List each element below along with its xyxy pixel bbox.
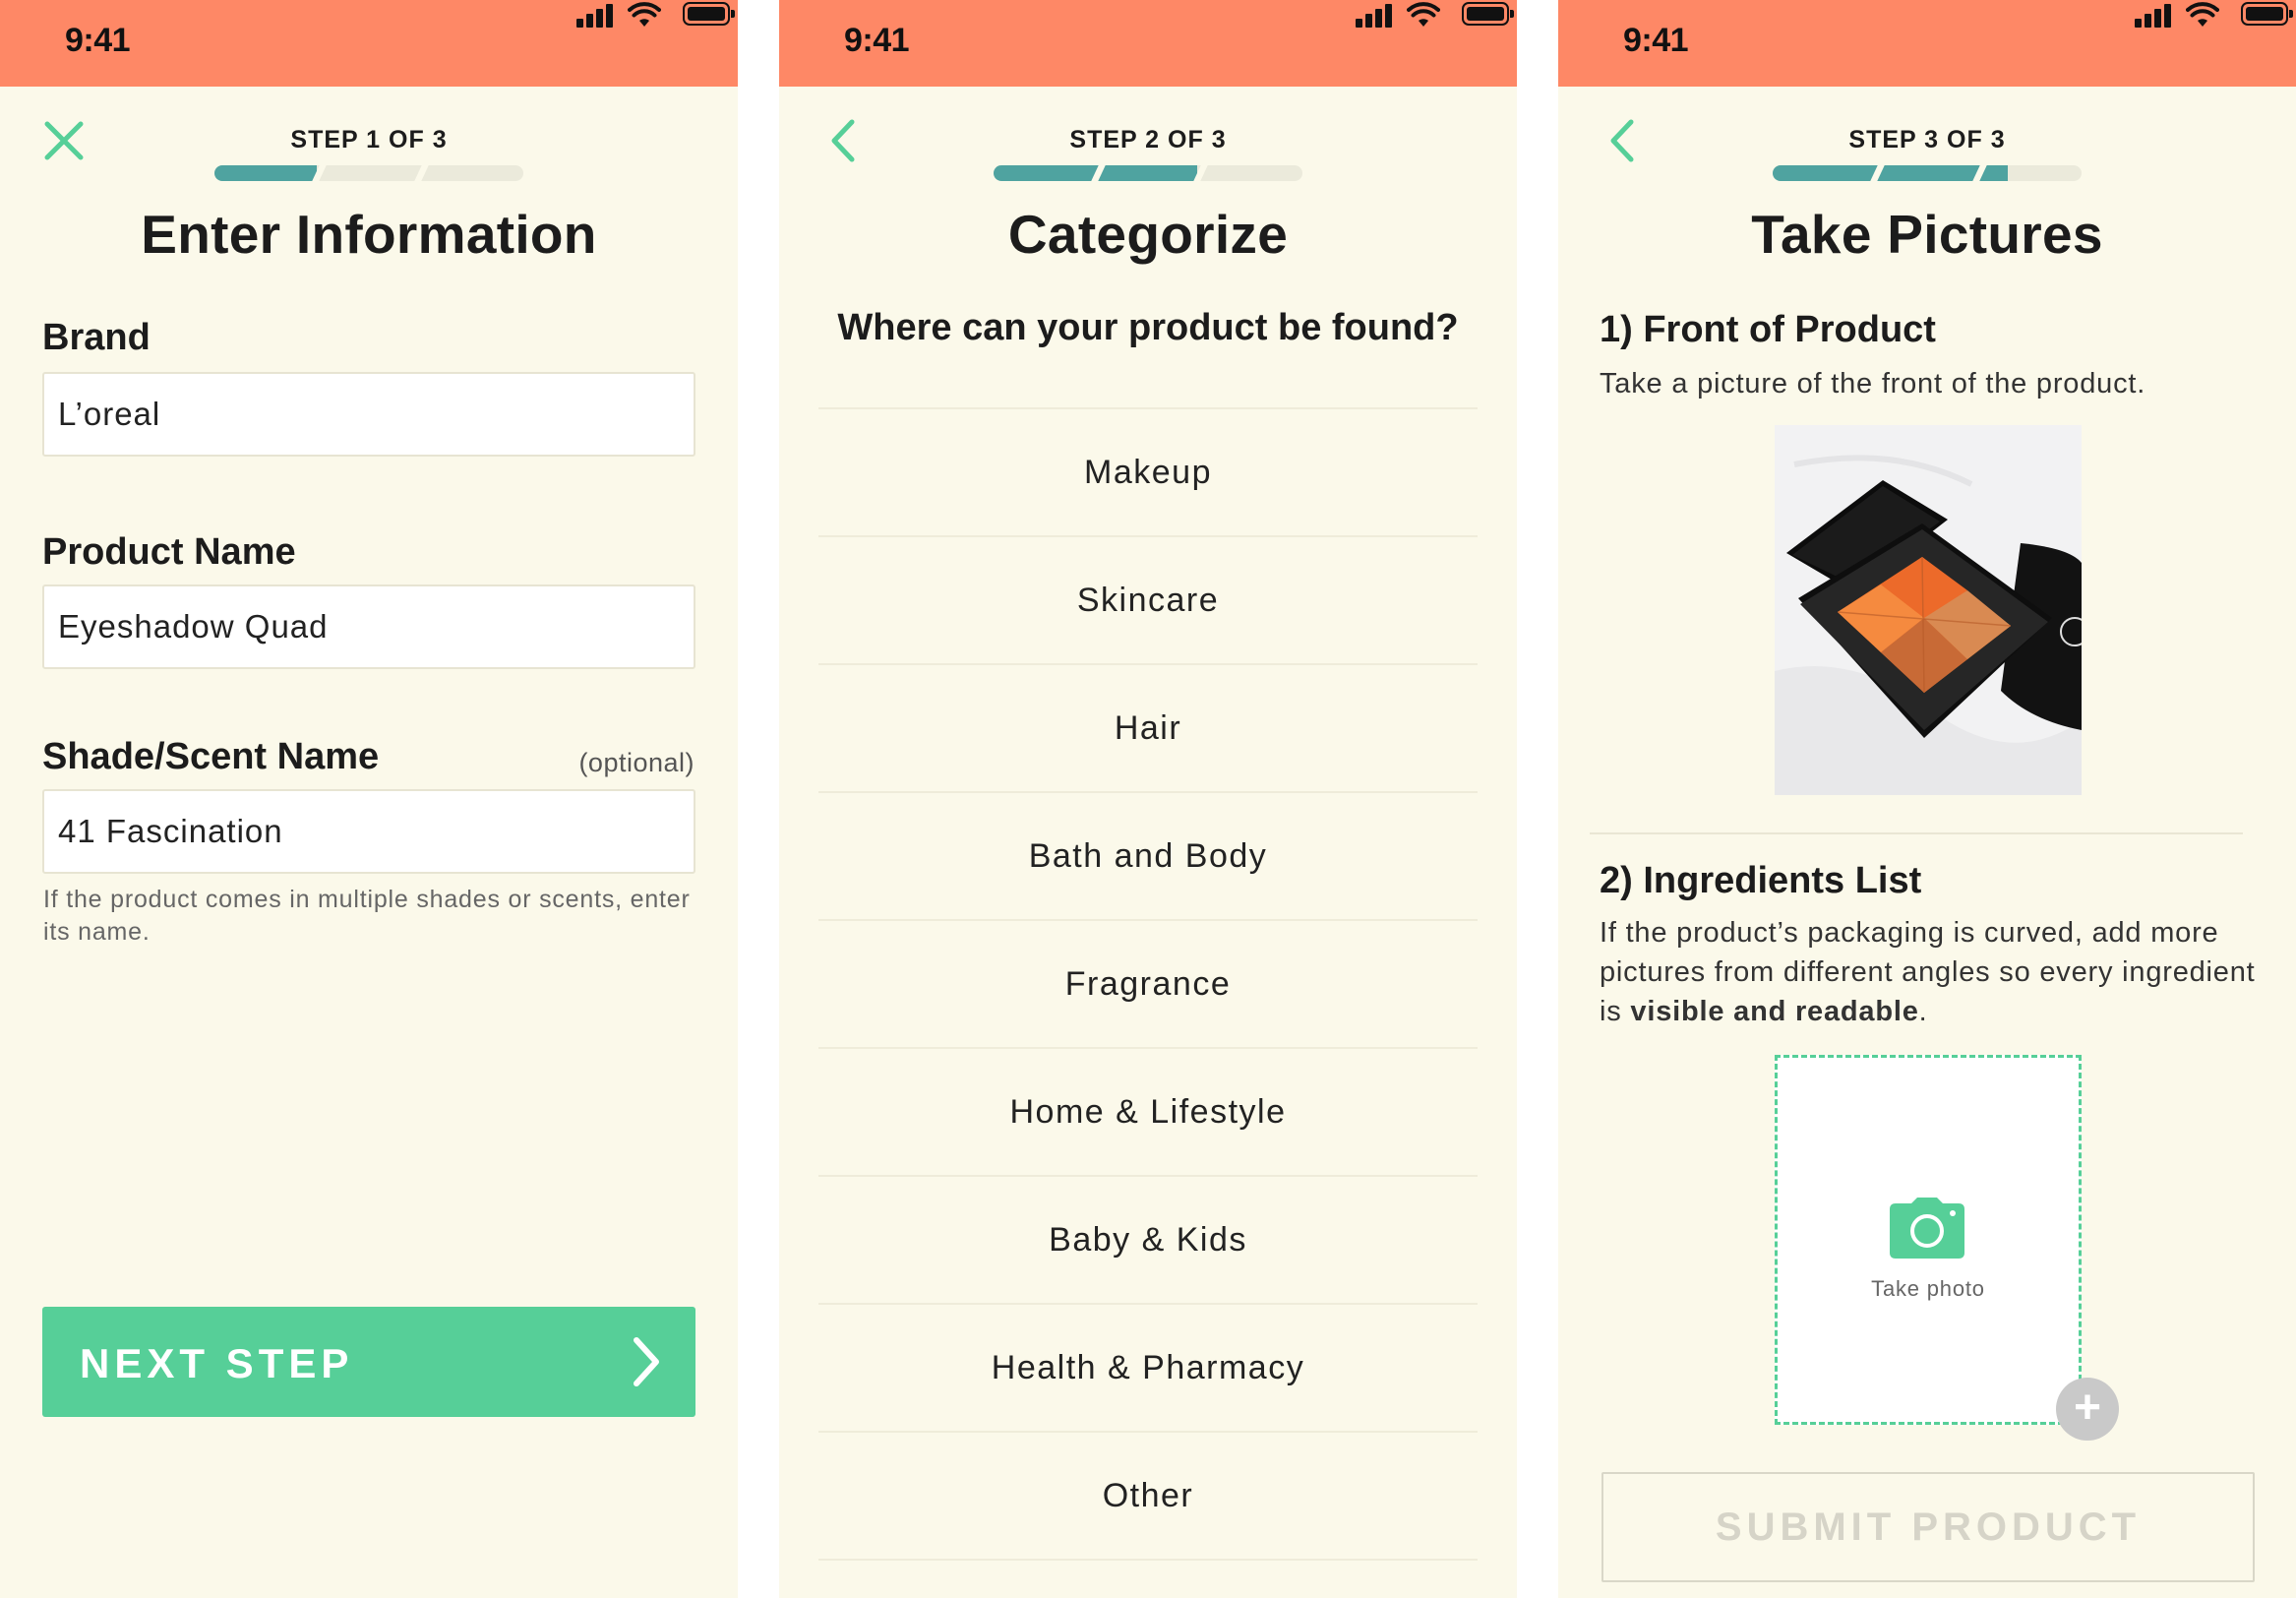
wifi-icon bbox=[2186, 2, 2219, 27]
product-photo[interactable] bbox=[1775, 425, 2082, 795]
status-bar: 9:41 bbox=[0, 0, 738, 87]
section-divider bbox=[1590, 832, 2243, 834]
category-item[interactable]: Other bbox=[818, 1431, 1478, 1561]
category-item[interactable]: Health & Pharmacy bbox=[818, 1303, 1478, 1431]
step-label: STEP 2 OF 3 bbox=[1069, 126, 1227, 154]
category-list: Makeup Skincare Hair Bath and Body Fragr… bbox=[818, 407, 1478, 1561]
status-time: 9:41 bbox=[65, 22, 131, 59]
wifi-icon bbox=[628, 2, 661, 27]
screen-enter-information: 9:41 STEP 1 OF 3 Enter Information Brand… bbox=[0, 0, 738, 1598]
category-item[interactable]: Home & Lifestyle bbox=[818, 1047, 1478, 1175]
front-of-product-heading: 1) Front of Product bbox=[1600, 309, 1936, 350]
next-step-label: NEXT STEP bbox=[80, 1340, 354, 1386]
camera-icon bbox=[1890, 1198, 1964, 1259]
step-progress-bar bbox=[214, 165, 523, 181]
status-time: 9:41 bbox=[844, 22, 910, 59]
status-bar: 9:41 bbox=[779, 0, 1517, 87]
battery-icon bbox=[1462, 2, 1514, 26]
step-label: STEP 3 OF 3 bbox=[1848, 126, 2006, 154]
take-photo-label: Take photo bbox=[1871, 1276, 1985, 1301]
shade-input[interactable] bbox=[42, 789, 695, 874]
take-photo-dropzone[interactable]: Take photo bbox=[1775, 1055, 2082, 1425]
shade-helper-text: If the product comes in multiple shades … bbox=[43, 886, 691, 946]
signal-icon bbox=[576, 4, 616, 28]
brand-input[interactable] bbox=[42, 372, 695, 457]
ingredients-heading: 2) Ingredients List bbox=[1600, 860, 1922, 901]
front-of-product-text: Take a picture of the front of the produ… bbox=[1600, 368, 2146, 400]
screen-take-pictures: 9:41 STEP 3 OF 3 Take Pictures 1) Front … bbox=[1558, 0, 2296, 1598]
add-photo-button[interactable]: + bbox=[2056, 1378, 2119, 1441]
status-time: 9:41 bbox=[1623, 22, 1689, 59]
signal-icon bbox=[1356, 4, 1395, 28]
brand-label: Brand bbox=[42, 317, 151, 358]
submit-product-button[interactable]: SUBMIT PRODUCT bbox=[1601, 1472, 2255, 1582]
category-item[interactable]: Hair bbox=[818, 663, 1478, 791]
battery-icon bbox=[2241, 2, 2293, 26]
category-item[interactable]: Makeup bbox=[818, 407, 1478, 535]
plus-icon: + bbox=[2073, 1382, 2102, 1434]
screen-categorize: 9:41 STEP 2 OF 3 Categorize Where can yo… bbox=[779, 0, 1517, 1598]
battery-icon bbox=[683, 2, 735, 26]
signal-icon bbox=[2135, 4, 2174, 28]
category-item[interactable]: Bath and Body bbox=[818, 791, 1478, 919]
product-name-label: Product Name bbox=[42, 531, 296, 573]
eyeshadow-palette-image bbox=[1775, 425, 2082, 795]
page-title: Enter Information bbox=[141, 204, 597, 265]
ingredients-text: If the product’s packaging is curved, ad… bbox=[1600, 917, 2256, 1027]
page-title: Categorize bbox=[1007, 204, 1289, 265]
category-item[interactable]: Skincare bbox=[818, 535, 1478, 663]
optional-label: (optional) bbox=[578, 748, 695, 777]
product-name-input[interactable] bbox=[42, 584, 695, 669]
shade-label: Shade/Scent Name bbox=[42, 736, 380, 777]
step-progress-bar bbox=[994, 165, 1302, 181]
category-question: Where can your product be found? bbox=[837, 307, 1459, 348]
wifi-icon bbox=[1407, 2, 1440, 27]
category-item[interactable]: Baby & Kids bbox=[818, 1175, 1478, 1303]
next-step-button[interactable]: NEXT STEP bbox=[42, 1307, 695, 1417]
status-bar: 9:41 bbox=[1558, 0, 2296, 87]
step-progress-bar bbox=[1773, 165, 2082, 181]
category-item[interactable]: Fragrance bbox=[818, 919, 1478, 1047]
ingredients-emphasis: visible and readable bbox=[1630, 996, 1919, 1027]
page-title: Take Pictures bbox=[1751, 204, 2103, 265]
chevron-right-icon bbox=[634, 1337, 659, 1386]
step-label: STEP 1 OF 3 bbox=[290, 126, 448, 154]
